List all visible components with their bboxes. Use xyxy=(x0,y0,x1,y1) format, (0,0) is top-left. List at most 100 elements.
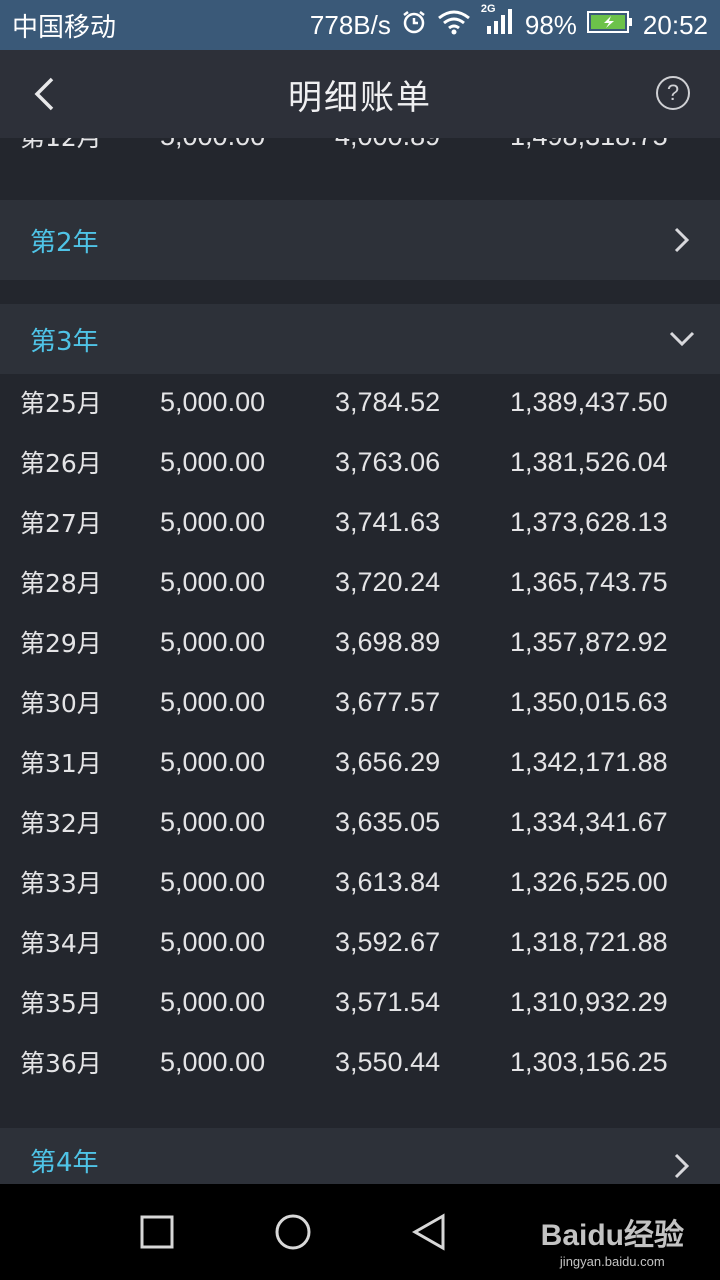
remaining-cell: 1,381,526.04 xyxy=(510,446,668,477)
remaining-cell: 1,342,171.88 xyxy=(510,746,668,777)
back-button[interactable] xyxy=(22,72,66,116)
payment-cell: 5,000.00 xyxy=(160,686,266,717)
chevron-right-icon xyxy=(666,224,698,256)
page-title: 明细账单 xyxy=(288,77,432,118)
table-row: 第26月 5,000.00 3,763.06 1,381,526.04 xyxy=(0,432,720,492)
interest-cell: 3,592.67 xyxy=(335,926,441,957)
month-cell: 第27月 xyxy=(20,509,102,538)
remaining-cell: 1,373,628.13 xyxy=(510,506,668,537)
interest-cell: 3,656.29 xyxy=(335,746,441,777)
payment-cell: 5,000.00 xyxy=(160,806,266,837)
remaining-cell: 1,350,015.63 xyxy=(510,686,668,717)
payment-cell: 5,000.00 xyxy=(160,626,266,657)
interest-cell: 4,000.89 xyxy=(335,138,440,166)
table-row-partial: 第12月 5,000.00 4,000.89 1,498,318.75 xyxy=(0,138,720,166)
month-cell: 第26月 xyxy=(20,449,102,478)
interest-cell: 3,763.06 xyxy=(335,446,441,477)
interest-cell: 3,677.57 xyxy=(335,686,441,717)
network-speed: 778B/s xyxy=(309,9,391,40)
payment-cell: 5,000.00 xyxy=(160,746,266,777)
month-cell: 第29月 xyxy=(20,629,102,658)
chevron-left-icon xyxy=(34,77,54,111)
payment-cell: 5,000.00 xyxy=(160,138,265,166)
payment-cell: 5,000.00 xyxy=(160,986,266,1017)
payment-cell: 5,000.00 xyxy=(160,1046,266,1077)
year-label: 第2年 xyxy=(30,227,99,258)
table-row: 第35月 5,000.00 3,571.54 1,310,932.29 xyxy=(0,972,720,1032)
payment-cell: 5,000.00 xyxy=(160,386,266,417)
year-header-4[interactable]: 第4年 xyxy=(0,1128,720,1184)
year-label: 第4年 xyxy=(30,1148,99,1178)
interest-cell: 3,784.52 xyxy=(335,386,441,417)
triangle-back-icon xyxy=(411,1213,445,1251)
table-row: 第25月 5,000.00 3,784.52 1,389,437.50 xyxy=(0,372,720,432)
recents-button[interactable] xyxy=(133,1208,181,1256)
month-cell: 第25月 xyxy=(20,389,102,418)
table-row: 第36月 5,000.00 3,550.44 1,303,156.25 xyxy=(0,1032,720,1092)
table-row: 第30月 5,000.00 3,677.57 1,350,015.63 xyxy=(0,672,720,732)
remaining-cell: 1,357,872.92 xyxy=(510,626,668,657)
month-cell: 第33月 xyxy=(20,869,102,898)
signal-icon: 2G xyxy=(481,3,515,42)
remaining-cell: 1,334,341.67 xyxy=(510,806,668,837)
help-icon: ? xyxy=(666,80,680,105)
alarm-icon xyxy=(401,9,427,42)
interest-cell: 3,550.44 xyxy=(335,1046,441,1077)
month-cell: 第31月 xyxy=(20,749,102,778)
remaining-cell: 1,389,437.50 xyxy=(510,386,668,417)
interest-cell: 3,635.05 xyxy=(335,806,441,837)
interest-cell: 3,720.24 xyxy=(335,566,441,597)
system-nav-bar: Baidu经验 jingyan.baidu.com xyxy=(0,1184,720,1280)
table-row: 第27月 5,000.00 3,741.63 1,373,628.13 xyxy=(0,492,720,552)
remaining-cell: 1,326,525.00 xyxy=(510,866,668,897)
interest-cell: 3,741.63 xyxy=(335,506,441,537)
table-row: 第33月 5,000.00 3,613.84 1,326,525.00 xyxy=(0,852,720,912)
payment-cell: 5,000.00 xyxy=(160,446,266,477)
table-row: 第29月 5,000.00 3,698.89 1,357,872.92 xyxy=(0,612,720,672)
interest-cell: 3,698.89 xyxy=(335,626,441,657)
chevron-down-icon xyxy=(666,323,698,355)
home-button[interactable] xyxy=(269,1208,317,1256)
clock: 20:52 xyxy=(642,9,708,40)
month-cell: 第36月 xyxy=(20,1049,102,1078)
back-nav-button[interactable] xyxy=(405,1208,453,1256)
remaining-cell: 1,303,156.25 xyxy=(510,1046,668,1077)
month-cell: 第35月 xyxy=(20,989,102,1018)
year-header-3[interactable]: 第3年 xyxy=(0,304,720,374)
bill-detail-list[interactable]: 第12月 5,000.00 4,000.89 1,498,318.75 第2年 … xyxy=(0,138,720,1184)
payment-cell: 5,000.00 xyxy=(160,866,266,897)
remaining-cell: 1,310,932.29 xyxy=(510,986,668,1017)
circle-icon xyxy=(275,1214,311,1250)
month-cell: 第28月 xyxy=(20,569,102,598)
month-cell: 第30月 xyxy=(20,689,102,718)
status-bar: 中国移动 778B/s 2G 98% 20:52 xyxy=(0,0,720,50)
remaining-cell: 1,498,318.75 xyxy=(510,138,668,166)
battery-charging-icon xyxy=(586,10,633,41)
month-cell: 第12月 xyxy=(20,138,102,166)
remaining-cell: 1,318,721.88 xyxy=(510,926,668,957)
network-type-label: 2G xyxy=(480,2,496,15)
square-icon xyxy=(140,1215,174,1249)
baidu-jingyan-watermark: Baidu经验 jingyan.baidu.com xyxy=(541,1210,684,1269)
month-cell: 第32月 xyxy=(20,809,102,838)
wifi-icon xyxy=(437,9,471,42)
remaining-cell: 1,365,743.75 xyxy=(510,566,668,597)
table-row: 第31月 5,000.00 3,656.29 1,342,171.88 xyxy=(0,732,720,792)
watermark-url: jingyan.baidu.com xyxy=(559,1254,665,1269)
month-cell: 第34月 xyxy=(20,929,102,958)
chevron-right-icon xyxy=(666,1150,698,1182)
watermark-logo: Baidu经验 xyxy=(540,1219,684,1252)
payment-cell: 5,000.00 xyxy=(160,926,266,957)
payment-cell: 5,000.00 xyxy=(160,566,266,597)
year-header-2[interactable]: 第2年 xyxy=(0,200,720,280)
table-row: 第34月 5,000.00 3,592.67 1,318,721.88 xyxy=(0,912,720,972)
interest-cell: 3,613.84 xyxy=(335,866,441,897)
year-label: 第3年 xyxy=(30,326,99,357)
battery-percent: 98% xyxy=(524,9,577,40)
help-button[interactable]: ? xyxy=(656,76,690,110)
table-row: 第28月 5,000.00 3,720.24 1,365,743.75 xyxy=(0,552,720,612)
status-icons: 778B/s 2G 98% 20:52 xyxy=(309,3,708,42)
nav-bar: 明细账单 ? xyxy=(0,50,720,138)
interest-cell: 3,571.54 xyxy=(335,986,441,1017)
payment-cell: 5,000.00 xyxy=(160,506,266,537)
